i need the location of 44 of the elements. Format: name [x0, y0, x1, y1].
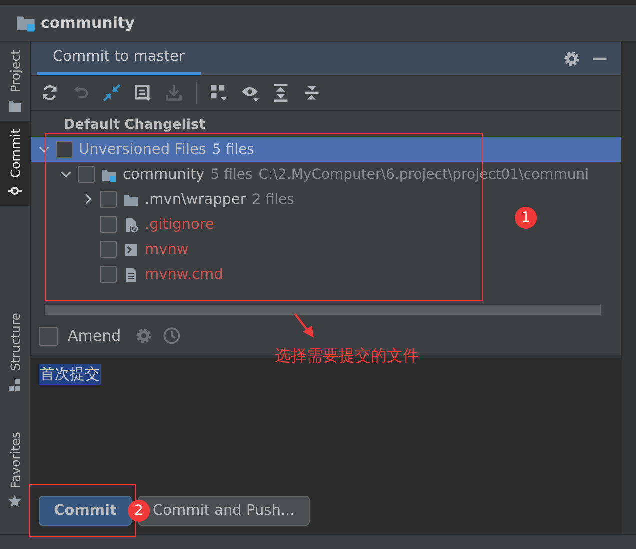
chevron-down-icon[interactable]	[39, 144, 50, 155]
checkbox[interactable]	[56, 141, 73, 158]
annotation-arrow	[294, 313, 316, 339]
checkbox[interactable]	[39, 326, 58, 346]
tool-window-tab[interactable]: Commit	[0, 120, 30, 206]
callout-badge: 1	[515, 207, 537, 229]
expand-all-icon[interactable]	[272, 84, 290, 102]
tool-window-tab[interactable]: Project	[0, 42, 30, 121]
shelf-icon[interactable]	[134, 84, 152, 102]
checkbox[interactable]	[100, 241, 117, 258]
checkbox[interactable]	[100, 216, 117, 233]
ignored-file-icon	[123, 216, 139, 232]
collapse-all-icon[interactable]	[303, 84, 321, 102]
tree-item-label[interactable]: .mvn\wrapper	[145, 192, 246, 208]
tool-window-tab[interactable]: Structure	[0, 305, 30, 400]
clock-icon[interactable]	[163, 327, 182, 345]
diff-arrows-icon[interactable]	[103, 84, 121, 102]
structure-icon	[8, 378, 22, 392]
terminal-file-icon	[123, 242, 139, 258]
settings-icon[interactable]	[563, 50, 581, 68]
folder-icon	[8, 98, 22, 113]
file-count: 2 files	[252, 192, 294, 208]
scrollbar[interactable]	[45, 305, 601, 315]
text-file-icon	[123, 266, 139, 282]
changelist-title: Default Changelist	[63, 116, 207, 135]
amend-label[interactable]: Amend	[68, 327, 122, 345]
file-count: 5 files	[212, 142, 254, 158]
chevron-right-icon[interactable]	[83, 194, 94, 205]
checkbox[interactable]	[100, 191, 117, 208]
commit-button[interactable]: Commit	[39, 496, 132, 526]
file-count: 5 files	[210, 166, 253, 182]
project-title: community	[41, 14, 135, 32]
refresh-icon[interactable]	[41, 84, 59, 102]
commit-message[interactable]: 首次提交	[39, 364, 101, 385]
settings-icon[interactable]	[135, 327, 154, 345]
star-icon	[8, 494, 22, 508]
chevron-down-icon[interactable]	[61, 169, 72, 180]
checkbox[interactable]	[100, 266, 117, 283]
checkbox[interactable]	[78, 166, 95, 183]
annotation-text: 选择需要提交的文件	[275, 346, 419, 367]
group-by-icon[interactable]	[210, 84, 228, 102]
tool-window-tab[interactable]: Favorites	[0, 424, 30, 516]
download-icon[interactable]	[165, 84, 183, 102]
tree-item-label[interactable]: community	[123, 166, 205, 182]
